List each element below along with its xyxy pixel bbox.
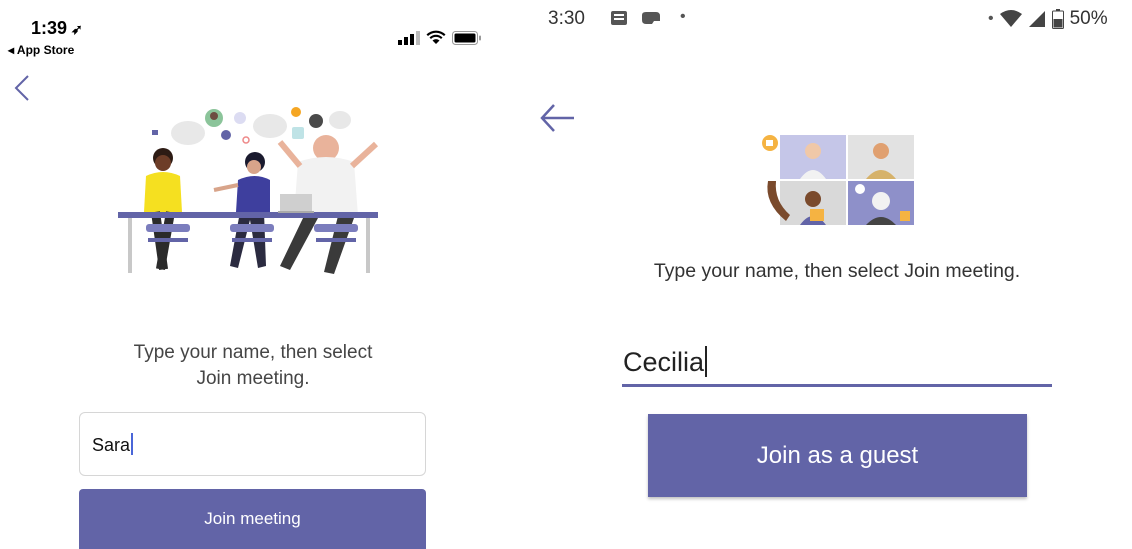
back-chevron-icon[interactable] [12,72,36,104]
text-caret [705,346,708,377]
notification-message-icon [611,11,627,25]
back-arrow-icon[interactable] [538,100,576,136]
wifi-icon [426,30,446,44]
video-call-illustration [762,135,914,225]
join-as-guest-button[interactable]: Join as a guest [648,414,1027,497]
battery-icon [1051,9,1064,29]
cellular-signal-icon [1028,11,1045,27]
name-input-value: Sara [92,435,131,455]
join-meeting-button[interactable]: Join meeting [79,489,426,549]
notification-game-icon [642,12,660,24]
meeting-illustration [118,107,379,274]
location-arrow-icon: ➶ [71,21,83,37]
battery-percent: 50% [1069,8,1108,29]
text-caret [131,433,134,455]
name-input-value: Cecilia [623,347,705,377]
wifi-icon [999,10,1022,27]
status-dot-icon: • [988,10,994,27]
cellular-signal-icon [398,30,420,45]
android-status-icons: • 50% [988,8,1108,30]
ios-status-time: 1:39 ➶ [31,18,83,38]
android-status-time: 3:30 [548,8,585,29]
name-input[interactable]: Sara [79,412,426,476]
instruction-text: Type your name, then select Join meeting… [133,342,373,389]
more-notifications-dot-icon: • [680,8,686,25]
ios-status-icons [398,30,482,45]
android-screen: 3:30 • • 50% Type your name, then select… [522,0,1132,549]
ios-screen: 1:39 ➶ ◂ App Store Type your name, then … [0,0,510,549]
battery-icon [452,30,481,45]
instruction-text: Type your name, then select Join meeting… [653,260,1021,282]
back-to-app-store-link[interactable]: ◂ App Store [8,43,74,57]
name-input[interactable]: Cecilia [622,343,1052,387]
